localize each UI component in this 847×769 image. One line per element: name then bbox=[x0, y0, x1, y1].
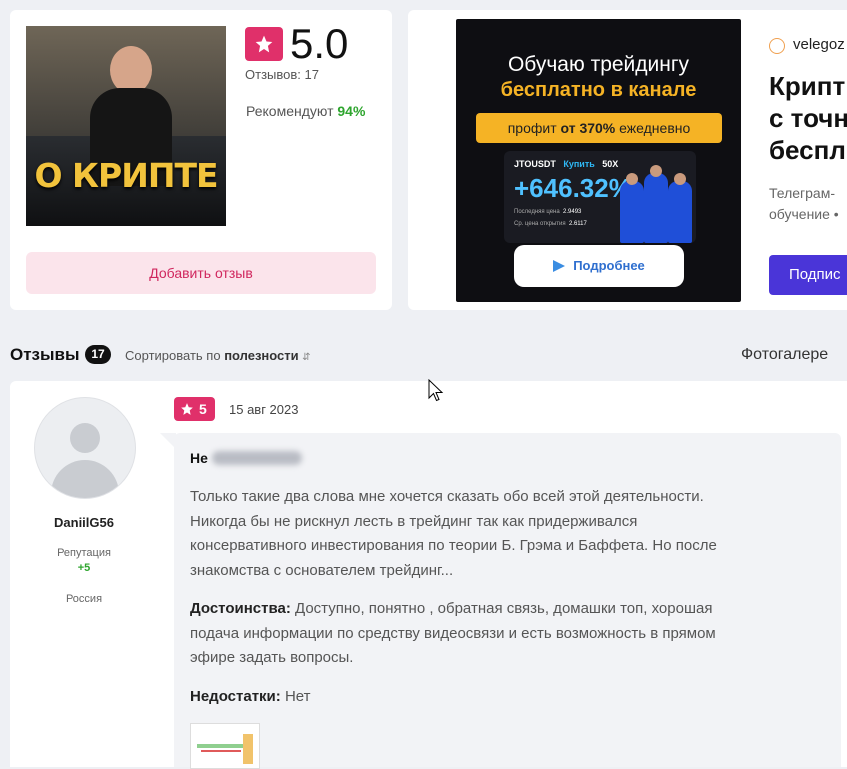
photo-gallery-link[interactable]: Фотогалере bbox=[741, 346, 828, 364]
ad-ticker: JTOUSDT bbox=[514, 159, 556, 169]
reviews-title: Отзывы bbox=[10, 345, 80, 364]
blurred-text bbox=[211, 451, 302, 465]
ad-buy: Купить bbox=[563, 159, 595, 169]
ad-brand[interactable]: velegoz bbox=[793, 36, 845, 53]
reputation-label: Репутация bbox=[57, 547, 111, 559]
review-title[interactable]: Не bbox=[190, 450, 302, 466]
sort-arrows-icon: ⇵ bbox=[302, 352, 311, 363]
review-pros: Достоинства: Доступно, понятно , обратна… bbox=[190, 600, 716, 666]
ad-percent: +646.32% bbox=[514, 173, 632, 203]
rating-value: 5.0 bbox=[290, 20, 349, 67]
ad-title[interactable]: Крипт с точн беспл bbox=[769, 70, 847, 166]
telegram-icon bbox=[553, 260, 566, 272]
product-image-caption: О КРИПТЕ bbox=[34, 156, 219, 195]
ad-profit-pill: профит от 370% ежедневно bbox=[476, 113, 722, 143]
ad-last-price: Последняя цена 2.9493 bbox=[514, 209, 582, 215]
ad-open-price: Ср. цена открытия 2.6117 bbox=[514, 221, 587, 227]
product-image[interactable]: О КРИПТЕ bbox=[26, 26, 226, 226]
ad-players-image bbox=[616, 161, 696, 243]
add-review-button[interactable]: Добавить отзыв bbox=[26, 252, 376, 294]
recommend-label: Рекомендуют bbox=[246, 103, 334, 119]
user-avatar[interactable] bbox=[34, 397, 136, 499]
reviews-count: Отзывов: 17 bbox=[245, 67, 319, 82]
ad-trade-panel: JTOUSDT Купить 50X +646.32% Последняя це… bbox=[504, 151, 696, 243]
author-country: Россия bbox=[65, 593, 103, 605]
reviews-count-badge: 17 bbox=[85, 345, 111, 364]
ad-banner[interactable]: Обучаю трейдингу бесплатно в канале проф… bbox=[456, 19, 741, 302]
rating-star-icon bbox=[245, 27, 283, 61]
mouse-cursor-icon bbox=[428, 379, 444, 402]
review-date: 15 авг 2023 bbox=[229, 402, 299, 417]
recommend-value: 94% bbox=[337, 103, 366, 119]
ad-line1: Обучаю трейдингу bbox=[507, 53, 690, 76]
subscribe-button[interactable]: Подпис bbox=[769, 255, 847, 295]
brand-logo-icon bbox=[769, 38, 785, 54]
review-score-badge: 5 bbox=[174, 397, 215, 421]
review-author[interactable]: DaniilG56 bbox=[34, 515, 134, 530]
review-cons: Недостатки: Нет bbox=[190, 688, 311, 705]
sort-dropdown[interactable]: Сортировать по полезности ⇵ bbox=[125, 348, 311, 363]
ad-line2: бесплатно в канале bbox=[500, 79, 697, 101]
reputation-value: +5 bbox=[77, 562, 91, 574]
star-icon bbox=[181, 403, 193, 415]
ad-more-button[interactable]: Подробнее bbox=[514, 245, 684, 287]
review-photo-thumbnail[interactable] bbox=[190, 723, 260, 769]
recommend-text: Рекомендуют 94% bbox=[246, 103, 365, 119]
review-text: Только такие два слова мне хочется сказа… bbox=[190, 488, 717, 579]
ad-description: Телеграм-обучение • bbox=[769, 185, 839, 222]
